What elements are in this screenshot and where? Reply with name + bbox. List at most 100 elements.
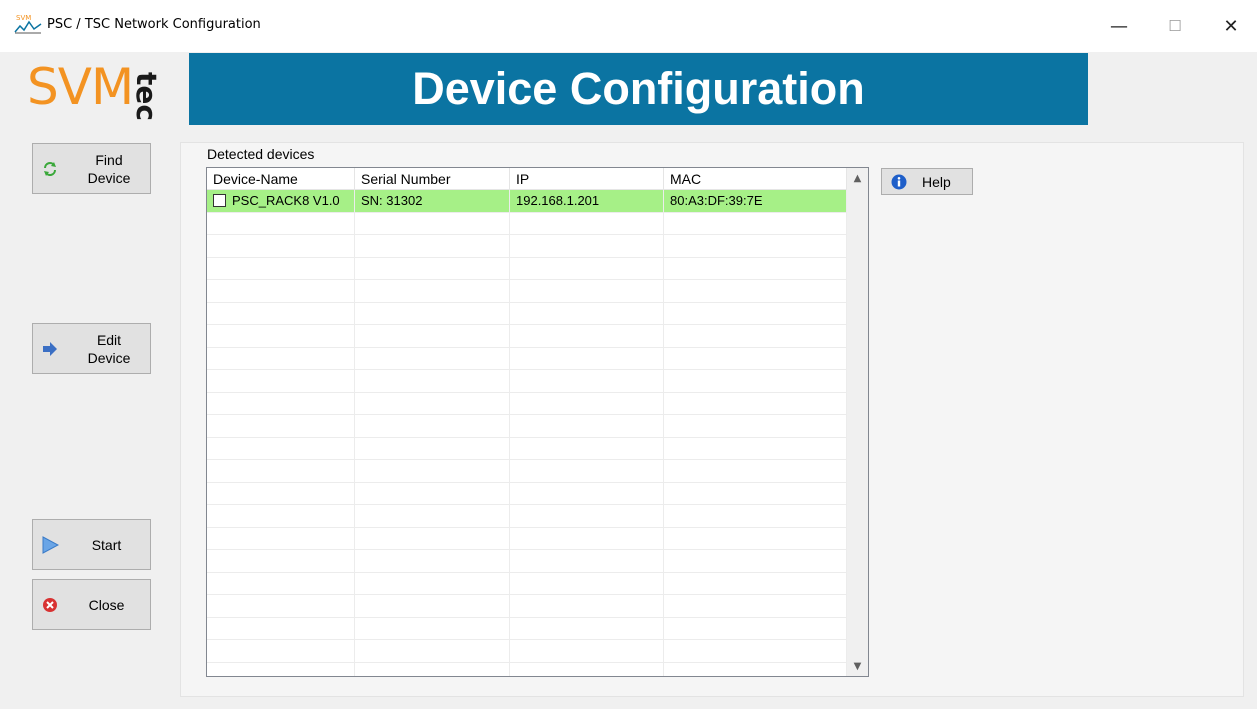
maximize-button[interactable]: ☐ <box>1152 8 1198 44</box>
device-list[interactable]: Device-Name Serial Number IP MAC PSC_RAC… <box>206 167 869 677</box>
minimize-button[interactable]: — <box>1096 8 1142 44</box>
empty-cell <box>207 640 355 662</box>
empty-cell <box>510 302 664 324</box>
empty-cell <box>207 460 355 482</box>
vertical-scrollbar[interactable]: ▲ ▼ <box>847 168 868 676</box>
empty-cell <box>207 415 355 437</box>
edit-device-label: Edit Device <box>87 331 131 366</box>
scroll-up-icon[interactable]: ▲ <box>847 168 868 188</box>
empty-cell <box>207 662 355 676</box>
empty-cell <box>207 347 355 369</box>
empty-cell <box>510 212 664 234</box>
empty-cell <box>510 527 664 549</box>
empty-row <box>207 257 847 280</box>
empty-cell <box>664 505 847 527</box>
empty-cell <box>664 437 847 459</box>
empty-cell <box>664 257 847 279</box>
empty-cell <box>207 280 355 302</box>
empty-cell <box>207 617 355 639</box>
empty-cell <box>355 370 510 392</box>
empty-row <box>207 415 847 438</box>
close-window-button[interactable]: ✕ <box>1208 8 1254 44</box>
empty-cell <box>355 212 510 234</box>
empty-cell <box>510 550 664 572</box>
scroll-down-icon[interactable]: ▼ <box>847 656 868 676</box>
device-name-text: PSC_RACK8 V1.0 <box>232 193 340 208</box>
empty-cell <box>510 437 664 459</box>
device-name-cell: PSC_RACK8 V1.0 <box>207 190 355 212</box>
app-icon: SVM <box>14 12 42 34</box>
start-button[interactable]: Start <box>32 519 151 570</box>
empty-cell <box>355 482 510 504</box>
column-header-ip[interactable]: IP <box>510 168 664 189</box>
title-bar: SVM PSC / TSC Network Configuration — ☐ … <box>0 0 1257 52</box>
empty-cell <box>664 280 847 302</box>
empty-cell <box>510 257 664 279</box>
empty-cell <box>664 325 847 347</box>
window-title: PSC / TSC Network Configuration <box>47 17 261 32</box>
find-device-button[interactable]: Find Device <box>32 143 151 194</box>
empty-cell <box>664 370 847 392</box>
help-label: Help <box>922 173 951 190</box>
column-header-device-name[interactable]: Device-Name <box>207 168 355 189</box>
ip-cell: 192.168.1.201 <box>510 190 664 212</box>
empty-row <box>207 550 847 573</box>
empty-cell <box>510 617 664 639</box>
empty-cell <box>355 347 510 369</box>
svmtec-logo: SVM tec <box>27 62 163 121</box>
mac-cell: 80:A3:DF:39:7E <box>664 190 847 212</box>
empty-cell <box>510 505 664 527</box>
empty-row <box>207 527 847 550</box>
empty-cell <box>355 392 510 414</box>
empty-cell <box>664 662 847 676</box>
empty-row <box>207 392 847 415</box>
empty-cell <box>510 370 664 392</box>
empty-cell <box>664 302 847 324</box>
empty-row <box>207 572 847 595</box>
empty-row <box>207 212 847 235</box>
empty-cell <box>664 527 847 549</box>
help-button[interactable]: Help <box>881 168 973 195</box>
empty-row <box>207 662 847 676</box>
edit-device-button[interactable]: Edit Device <box>32 323 151 374</box>
close-label: Close <box>88 596 125 613</box>
maximize-icon: ☐ <box>1168 17 1182 35</box>
empty-row <box>207 482 847 505</box>
empty-cell <box>664 640 847 662</box>
close-button[interactable]: Close <box>32 579 151 630</box>
empty-cell <box>664 392 847 414</box>
empty-cell <box>355 460 510 482</box>
column-header-mac[interactable]: MAC <box>664 168 847 189</box>
empty-cell <box>207 370 355 392</box>
empty-cell <box>355 415 510 437</box>
empty-cell <box>207 595 355 617</box>
arrow-right-icon <box>41 340 59 358</box>
empty-cell <box>510 392 664 414</box>
empty-row <box>207 437 847 460</box>
empty-cell <box>207 527 355 549</box>
empty-cell <box>664 482 847 504</box>
device-checkbox[interactable] <box>213 194 226 207</box>
empty-row <box>207 505 847 528</box>
minimize-icon: — <box>1110 15 1128 37</box>
table-row[interactable]: PSC_RACK8 V1.0 SN: 31302 192.168.1.201 8… <box>207 190 847 213</box>
empty-cell <box>510 235 664 257</box>
column-header-serial-number[interactable]: Serial Number <box>355 168 510 189</box>
empty-cell <box>510 460 664 482</box>
empty-cell <box>207 257 355 279</box>
empty-cell <box>207 482 355 504</box>
empty-cell <box>355 617 510 639</box>
find-device-label: Find Device <box>87 151 131 186</box>
empty-cell <box>355 595 510 617</box>
serial-cell: SN: 31302 <box>355 190 510 212</box>
empty-cell <box>207 550 355 572</box>
error-x-icon <box>41 596 59 614</box>
empty-cell <box>207 302 355 324</box>
start-label: Start <box>91 536 122 553</box>
empty-cell <box>510 280 664 302</box>
empty-cell <box>355 662 510 676</box>
empty-cell <box>510 572 664 594</box>
empty-cell <box>355 505 510 527</box>
empty-row <box>207 617 847 640</box>
empty-cell <box>355 527 510 549</box>
